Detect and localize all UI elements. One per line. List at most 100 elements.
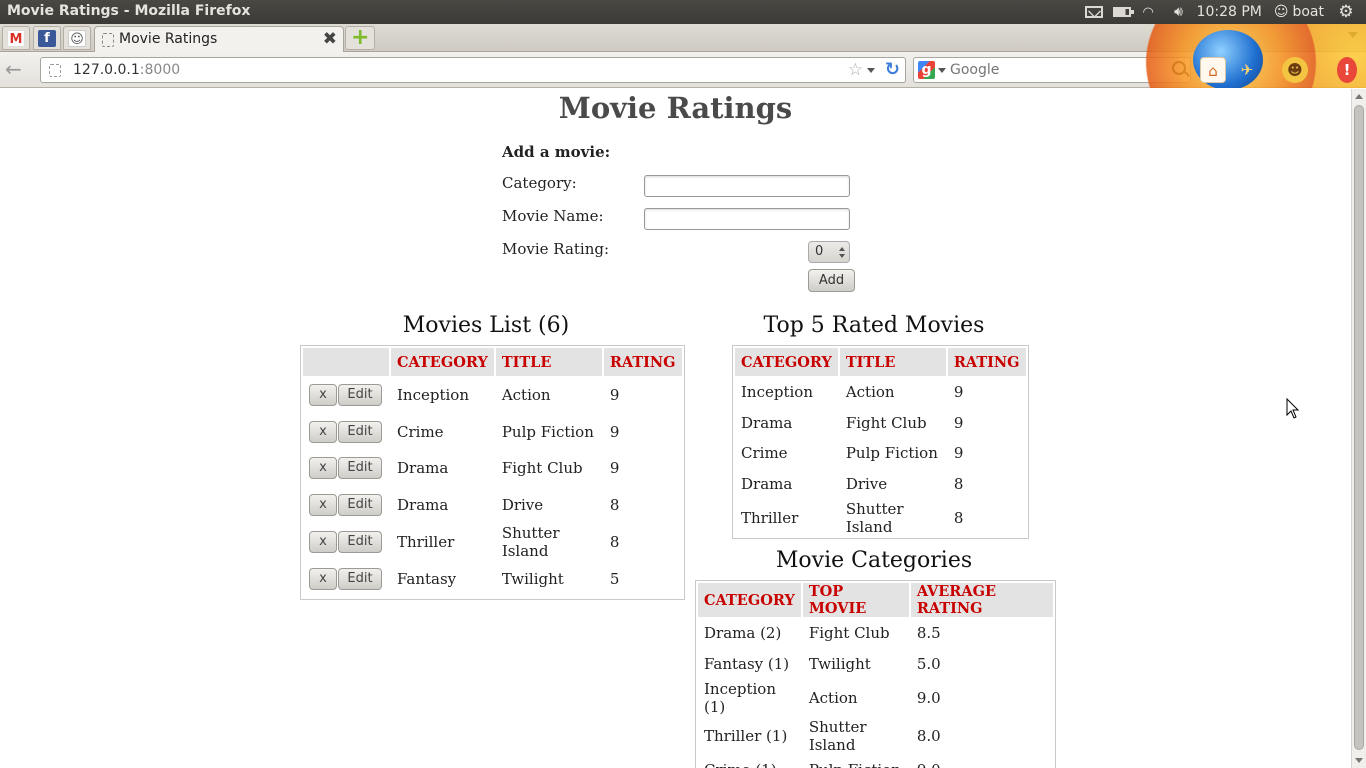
category-input[interactable] <box>644 175 850 197</box>
category-label: Category: <box>502 174 577 192</box>
url-bar[interactable]: 127.0.0.1:8000 ☆ ↻ <box>40 57 906 83</box>
delete-button[interactable]: x <box>309 568 337 591</box>
site-identity-icon[interactable] <box>49 64 61 77</box>
cell-title: Drive <box>501 495 544 514</box>
cell-rating: 8 <box>609 533 620 551</box>
delete-button[interactable]: x <box>309 420 337 443</box>
table-row: x Edit Fantasy Twilight 5 <box>303 562 682 597</box>
back-arrow-icon[interactable]: ← <box>5 59 29 81</box>
cell-top-movie: Fight Club <box>808 624 890 643</box>
table-row: Thriller (1) Shutter Island 8.0 <box>698 718 1053 754</box>
search-input[interactable] <box>950 60 1170 80</box>
cell-title: Pulp Fiction <box>845 444 938 463</box>
window-title: Movie Ratings - Mozilla Firefox <box>7 3 251 19</box>
gmail-icon: M <box>7 30 25 47</box>
delete-button[interactable]: x <box>309 493 337 516</box>
battery-icon[interactable] <box>1109 0 1137 24</box>
page-favicon-icon <box>102 33 114 47</box>
system-top-panel: Movie Ratings - Mozilla Firefox ◠ 🔊︎ 10:… <box>0 0 1366 24</box>
stepper-up-icon[interactable] <box>839 247 845 251</box>
scrollbar-thumb[interactable] <box>1354 105 1364 750</box>
cell-rating: 8 <box>953 474 964 493</box>
movies-list-table: CATEGORY TITLE RATING x Edit Inception Ac… <box>300 345 685 600</box>
home-icon[interactable]: ⌂ <box>1200 57 1226 83</box>
cell-rating: 9 <box>609 386 620 405</box>
cell-category: Inception <box>741 383 813 402</box>
table-row: Drama (2) Fight Club 8.5 <box>698 619 1053 648</box>
add-button[interactable]: Add <box>808 269 855 292</box>
scroll-up-arrow-icon[interactable] <box>1355 94 1363 99</box>
movies-list-title: Movies List (6) <box>402 313 570 338</box>
edit-button[interactable]: Edit <box>338 568 382 591</box>
cell-category: Crime (1) <box>698 756 801 768</box>
cell-title: Fight Club <box>845 413 927 432</box>
cell-category: Thriller <box>397 533 455 551</box>
table-row: x Edit Drama Fight Club 9 <box>303 451 682 486</box>
greasemonkey-icon[interactable]: ☻ <box>1282 57 1308 83</box>
cell-rating: 9 <box>609 422 620 441</box>
history-dropdown-icon[interactable] <box>867 68 875 73</box>
cell-category: Inception (1) <box>704 680 776 716</box>
cell-rating: 9 <box>609 459 620 478</box>
cell-title: Action <box>501 386 551 405</box>
table-row: Inception Action 9 <box>735 378 1026 407</box>
table-row: x Edit Thriller Shutter Island 8 <box>303 524 682 560</box>
wifi-icon[interactable]: ◠ <box>1137 0 1165 24</box>
column-header-rating: RATING <box>603 348 682 376</box>
vertical-scrollbar[interactable] <box>1351 89 1366 768</box>
rating-value: 0 <box>815 244 824 259</box>
edit-button[interactable]: Edit <box>338 531 382 553</box>
url-text[interactable]: 127.0.0.1:8000 <box>73 62 180 78</box>
app-tab-gmail[interactable]: M <box>2 26 30 50</box>
scroll-down-arrow-icon[interactable] <box>1355 758 1363 763</box>
page-content: Movie Ratings Add a movie: Category: Mov… <box>0 89 1351 768</box>
table-row: Drama Fight Club 9 <box>735 409 1026 438</box>
mail-indicator-icon[interactable] <box>1081 0 1109 24</box>
cell-category: Thriller <box>741 509 799 527</box>
cell-rating: 9 <box>953 413 964 432</box>
app-tab-reddit[interactable]: ☺ <box>63 26 91 50</box>
column-header-category: CATEGORY <box>391 348 494 376</box>
google-engine-icon[interactable]: g <box>918 61 935 79</box>
table-row: x Edit Drama Drive 8 <box>303 488 682 523</box>
delete-button[interactable]: x <box>309 457 337 480</box>
addon-rocket-icon[interactable]: ✈ <box>1234 57 1260 83</box>
cell-average: 9.0 <box>916 689 941 707</box>
table-row: Inception (1) Action 9.0 <box>698 680 1053 716</box>
bookmark-star-icon[interactable]: ☆ <box>848 60 863 80</box>
edit-button[interactable]: Edit <box>338 457 382 480</box>
edit-button[interactable]: Edit <box>338 420 382 443</box>
clock[interactable]: 10:28 PM <box>1197 4 1262 20</box>
column-header-category: CATEGORY <box>735 348 838 376</box>
app-tab-facebook[interactable]: f <box>33 26 61 50</box>
movie-name-label: Movie Name: <box>502 207 604 225</box>
cell-category: Drama (2) <box>704 624 782 643</box>
table-row: Fantasy (1) Twilight 5.0 <box>698 650 1053 679</box>
edit-button[interactable]: Edit <box>338 493 382 516</box>
session-gear-icon[interactable]: ⚙ <box>1332 0 1360 24</box>
cell-category: Fantasy (1) <box>704 654 790 673</box>
tab-close-icon[interactable]: ✖ <box>323 29 337 49</box>
table-row: x Edit Inception Action 9 <box>303 378 682 413</box>
tab-movie-ratings[interactable]: Movie Ratings ✖ <box>94 26 344 53</box>
top-rated-table: CATEGORY TITLE RATING Inception Action 9… <box>732 345 1029 539</box>
edit-button[interactable]: Edit <box>338 384 382 407</box>
cell-category: Inception <box>397 386 469 405</box>
cell-category: Crime <box>397 422 444 441</box>
reload-icon[interactable]: ↻ <box>885 59 900 80</box>
stepper-down-icon[interactable] <box>839 254 845 258</box>
cell-average: 8.5 <box>916 624 941 643</box>
addon-badge-icon[interactable]: ! <box>1337 57 1357 83</box>
new-tab-button[interactable]: + <box>345 25 375 50</box>
rating-stepper[interactable]: 0 <box>808 241 850 263</box>
volume-icon[interactable]: 🔊︎ <box>1165 0 1193 24</box>
table-row: Thriller Shutter Island 8 <box>735 500 1026 536</box>
cell-title: Shutter Island <box>501 524 560 560</box>
user-menu[interactable]: ☺ boat <box>1274 4 1324 20</box>
delete-button[interactable]: x <box>309 531 337 553</box>
delete-button[interactable]: x <box>309 384 337 407</box>
user-name: boat <box>1292 4 1324 20</box>
top-rated-title: Top 5 Rated Movies <box>763 313 985 338</box>
engine-dropdown-icon[interactable] <box>938 68 946 73</box>
movie-name-input[interactable] <box>644 208 850 230</box>
